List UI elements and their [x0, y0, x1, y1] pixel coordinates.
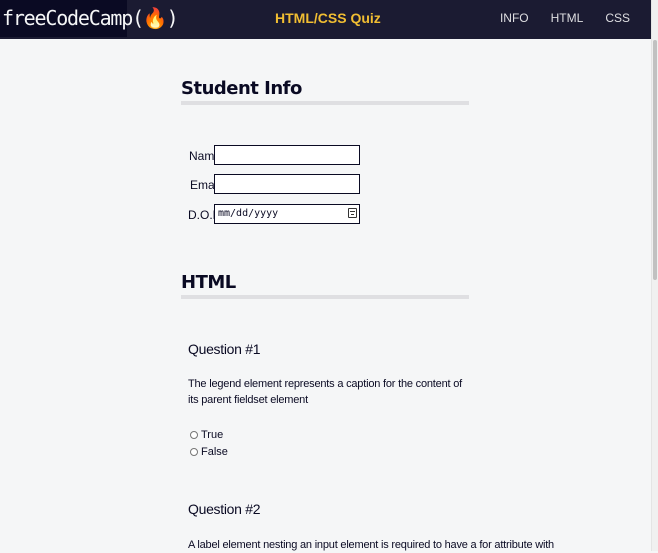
question-1-option-true[interactable]: True — [190, 429, 223, 441]
option-true-label: True — [201, 429, 224, 441]
question-2-heading: Question #2 — [188, 501, 261, 517]
question-1-text: The legend element represents a caption … — [188, 378, 462, 406]
student-info-heading: Student Info — [181, 78, 469, 105]
html-section-heading: HTML — [181, 272, 469, 299]
scrollbar-thumb[interactable] — [653, 40, 657, 280]
calendar-icon[interactable] — [348, 208, 357, 218]
question-1-option-false[interactable]: False — [190, 446, 228, 458]
radio-false[interactable] — [190, 448, 198, 456]
page-scrollbar[interactable] — [651, 0, 658, 551]
freecodecamp-logo[interactable]: freeCodeCamp(🔥) — [0, 0, 179, 37]
page-title: HTML/CSS Quiz — [275, 10, 381, 26]
question-1-heading: Question #1 — [188, 341, 261, 357]
nav-link-html[interactable]: HTML — [551, 11, 584, 25]
dob-input[interactable]: mm/dd/yyyy — [214, 204, 360, 224]
nav-links: INFO HTML CSS — [500, 11, 652, 25]
email-input[interactable] — [214, 174, 360, 194]
radio-true[interactable] — [190, 431, 198, 439]
nav-link-css[interactable]: CSS — [605, 11, 630, 25]
navbar: freeCodeCamp(🔥) HTML/CSS Quiz INFO HTML … — [0, 0, 652, 39]
nav-link-info[interactable]: INFO — [500, 11, 529, 25]
dob-placeholder: mm/dd/yyyy — [218, 208, 279, 219]
name-input[interactable] — [214, 145, 360, 165]
option-false-label: False — [201, 446, 228, 458]
